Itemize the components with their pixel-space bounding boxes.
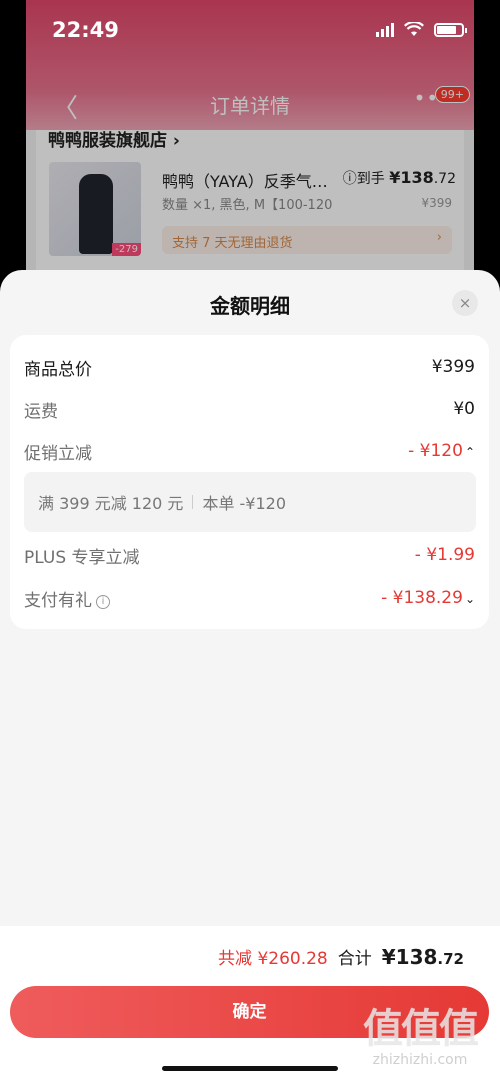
- status-icons: [376, 22, 467, 37]
- row-label: 促销立减: [24, 443, 92, 464]
- watermark-url: zhizhizhi.com: [372, 1052, 468, 1068]
- chevron-down-icon[interactable]: ⌄: [465, 592, 475, 606]
- divider: [192, 495, 194, 509]
- chevron-up-icon[interactable]: ⌃: [465, 445, 475, 459]
- status-bar: 22:49: [0, 0, 500, 60]
- info-icon[interactable]: i: [96, 594, 110, 609]
- row-value: - ¥1.99: [414, 545, 475, 565]
- sum-value: ¥138.72: [382, 945, 464, 969]
- row-goods-total: 商品总价 ¥399: [24, 355, 475, 380]
- sheet-title: 金额明细: [210, 294, 290, 318]
- sum-int: ¥138: [381, 945, 438, 969]
- row-value: - ¥120: [408, 441, 463, 461]
- row-value: ¥0: [453, 399, 475, 419]
- promo-detail-box: 满 399 元减 120 元 本单 -¥120: [24, 472, 476, 532]
- promo-this-order: 本单 -¥120: [202, 494, 287, 513]
- close-icon[interactable]: ×: [452, 290, 478, 316]
- row-shipping: 运费 ¥0: [24, 397, 475, 422]
- row-value-wrap: - ¥120 ⌃: [408, 441, 475, 461]
- row-label: 商品总价: [24, 359, 92, 380]
- row-payment-gift[interactable]: 支付有礼 i - ¥138.29 ⌄: [24, 586, 475, 611]
- row-value: ¥399: [431, 357, 475, 377]
- signal-icon: [376, 22, 394, 37]
- status-time: 22:49: [52, 18, 119, 42]
- row-label: 运费: [24, 401, 58, 422]
- row-label: PLUS 专享立减: [24, 547, 140, 568]
- row-label-wrap: 支付有礼 i: [24, 586, 110, 611]
- sum-label: 合计: [337, 949, 372, 969]
- amount-detail-sheet: 金额明细 × 商品总价 ¥399 运费 ¥0 促销立减 - ¥120 ⌃ 满 39…: [0, 270, 500, 1082]
- totals: 共减 ¥260.28 合计 ¥138.72: [218, 944, 464, 969]
- watermark-logo: 值值值: [363, 1006, 479, 1052]
- sum-dec: .72: [437, 950, 464, 968]
- detail-card: 商品总价 ¥399 运费 ¥0 促销立减 - ¥120 ⌃ 满 399 元减 12…: [10, 335, 489, 629]
- home-indicator[interactable]: [162, 1066, 338, 1071]
- wifi-icon: [404, 22, 424, 36]
- row-value-wrap: - ¥138.29 ⌄: [381, 588, 475, 608]
- site-watermark: 值值值 zhizhizhi.com: [350, 996, 490, 1076]
- promo-rule: 满 399 元减 120 元: [38, 494, 184, 513]
- saved-total: 共减 ¥260.28: [218, 949, 328, 969]
- row-plus-discount: PLUS 专享立减 - ¥1.99: [24, 543, 475, 568]
- row-value: - ¥138.29: [381, 588, 463, 608]
- row-promo-discount[interactable]: 促销立减 - ¥120 ⌃: [24, 439, 475, 464]
- battery-icon: [434, 22, 467, 37]
- row-label: 支付有礼: [24, 590, 92, 611]
